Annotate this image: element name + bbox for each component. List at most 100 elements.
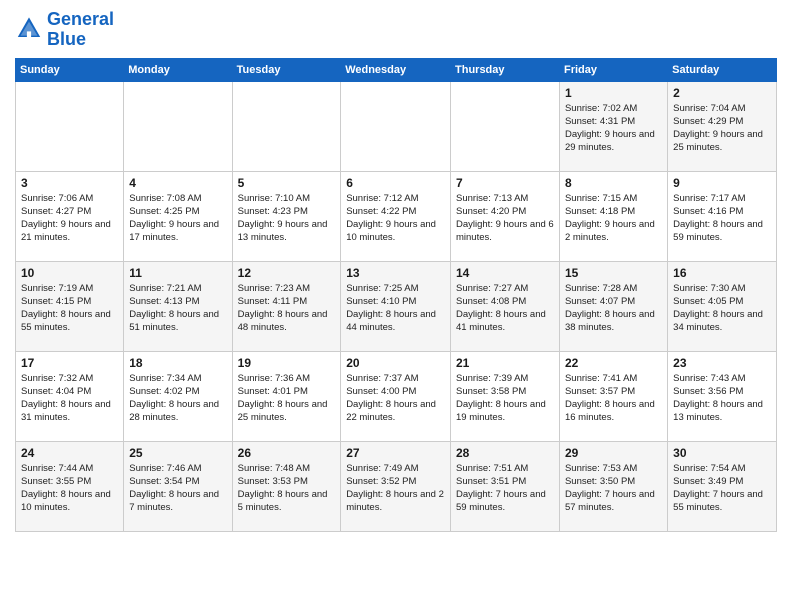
page-header: General Blue <box>15 10 777 50</box>
day-info: Sunrise: 7:39 AMSunset: 3:58 PMDaylight:… <box>456 372 554 425</box>
calendar-day-cell <box>124 81 232 171</box>
day-number: 19 <box>238 356 336 370</box>
day-number: 10 <box>21 266 118 280</box>
day-number: 27 <box>346 446 445 460</box>
calendar-week-row: 17Sunrise: 7:32 AMSunset: 4:04 PMDayligh… <box>16 351 777 441</box>
calendar-header: SundayMondayTuesdayWednesdayThursdayFrid… <box>16 58 777 81</box>
day-number: 21 <box>456 356 554 370</box>
calendar-day-cell: 18Sunrise: 7:34 AMSunset: 4:02 PMDayligh… <box>124 351 232 441</box>
calendar-day-cell: 15 Sunrise: 7:28 AMSunset: 4:07 PMDayligh… <box>559 261 667 351</box>
weekday-header: Saturday <box>668 58 777 81</box>
calendar-body: 1Sunrise: 7:02 AMSunset: 4:31 PMDaylight… <box>16 81 777 531</box>
calendar-day-cell: 12 Sunrise: 7:23 AMSunset: 4:11 PMDayligh… <box>232 261 341 351</box>
day-info: Sunrise: 7:51 AMSunset: 3:51 PMDaylight:… <box>456 462 554 515</box>
day-number: 6 <box>346 176 445 190</box>
day-number: 24 <box>21 446 118 460</box>
logo: General Blue <box>15 10 114 50</box>
calendar-day-cell <box>16 81 124 171</box>
calendar-week-row: 24Sunrise: 7:44 AMSunset: 3:55 PMDayligh… <box>16 441 777 531</box>
calendar-table: SundayMondayTuesdayWednesdayThursdayFrid… <box>15 58 777 532</box>
day-info: Sunrise: 7:13 AMSunset: 4:20 PMDaylight:… <box>456 192 554 245</box>
day-info: Sunrise: 7:27 AMSunset: 4:08 PMDaylight:… <box>456 282 554 335</box>
weekday-header: Friday <box>559 58 667 81</box>
weekday-header: Wednesday <box>341 58 451 81</box>
day-info: Sunrise: 7:08 AMSunset: 4:25 PMDaylight:… <box>129 192 226 245</box>
calendar-day-cell: 7 Sunrise: 7:13 AMSunset: 4:20 PMDaylight… <box>451 171 560 261</box>
day-number: 8 <box>565 176 662 190</box>
day-info: Sunrise: 7:32 AMSunset: 4:04 PMDaylight:… <box>21 372 118 425</box>
weekday-header: Monday <box>124 58 232 81</box>
day-number: 25 <box>129 446 226 460</box>
day-info: Sunrise: 7:28 AMSunset: 4:07 PMDaylight:… <box>565 282 662 335</box>
calendar-week-row: 1Sunrise: 7:02 AMSunset: 4:31 PMDaylight… <box>16 81 777 171</box>
day-info: Sunrise: 7:41 AMSunset: 3:57 PMDaylight:… <box>565 372 662 425</box>
calendar-day-cell <box>451 81 560 171</box>
logo-text: General Blue <box>47 10 114 50</box>
day-number: 5 <box>238 176 336 190</box>
calendar-day-cell <box>232 81 341 171</box>
day-number: 7 <box>456 176 554 190</box>
weekday-header: Thursday <box>451 58 560 81</box>
calendar-page: General Blue SundayMondayTuesdayWednesda… <box>0 0 792 612</box>
calendar-day-cell: 30 Sunrise: 7:54 AMSunset: 3:49 PMDayligh… <box>668 441 777 531</box>
day-number: 16 <box>673 266 771 280</box>
day-info: Sunrise: 7:17 AMSunset: 4:16 PMDaylight:… <box>673 192 771 245</box>
calendar-day-cell: 13 Sunrise: 7:25 AMSunset: 4:10 PMDayligh… <box>341 261 451 351</box>
day-number: 11 <box>129 266 226 280</box>
day-info: Sunrise: 7:23 AMSunset: 4:11 PMDaylight:… <box>238 282 336 335</box>
day-info: Sunrise: 7:36 AMSunset: 4:01 PMDaylight:… <box>238 372 336 425</box>
day-number: 26 <box>238 446 336 460</box>
calendar-day-cell: 26 Sunrise: 7:48 AMSunset: 3:53 PMDayligh… <box>232 441 341 531</box>
day-info: Sunrise: 7:25 AMSunset: 4:10 PMDaylight:… <box>346 282 445 335</box>
logo-icon <box>15 16 43 44</box>
calendar-day-cell: 10 Sunrise: 7:19 AMSunset: 4:15 PMDayligh… <box>16 261 124 351</box>
day-info: Sunrise: 7:15 AMSunset: 4:18 PMDaylight:… <box>565 192 662 245</box>
day-number: 12 <box>238 266 336 280</box>
day-number: 9 <box>673 176 771 190</box>
calendar-day-cell: 20 Sunrise: 7:37 AMSunset: 4:00 PMDayligh… <box>341 351 451 441</box>
calendar-day-cell: 2 Sunrise: 7:04 AMSunset: 4:29 PMDaylight… <box>668 81 777 171</box>
calendar-day-cell: 23Sunrise: 7:43 AMSunset: 3:56 PMDayligh… <box>668 351 777 441</box>
calendar-day-cell: 28Sunrise: 7:51 AMSunset: 3:51 PMDayligh… <box>451 441 560 531</box>
day-number: 15 <box>565 266 662 280</box>
calendar-day-cell: 1Sunrise: 7:02 AMSunset: 4:31 PMDaylight… <box>559 81 667 171</box>
calendar-day-cell: 3Sunrise: 7:06 AMSunset: 4:27 PMDaylight… <box>16 171 124 261</box>
calendar-day-cell: 5Sunrise: 7:10 AMSunset: 4:23 PMDaylight… <box>232 171 341 261</box>
day-number: 1 <box>565 86 662 100</box>
calendar-day-cell <box>341 81 451 171</box>
day-info: Sunrise: 7:19 AMSunset: 4:15 PMDaylight:… <box>21 282 118 335</box>
day-info: Sunrise: 7:53 AMSunset: 3:50 PMDaylight:… <box>565 462 662 515</box>
day-number: 22 <box>565 356 662 370</box>
calendar-day-cell: 11 Sunrise: 7:21 AMSunset: 4:13 PMDayligh… <box>124 261 232 351</box>
day-info: Sunrise: 7:48 AMSunset: 3:53 PMDaylight:… <box>238 462 336 515</box>
calendar-week-row: 3Sunrise: 7:06 AMSunset: 4:27 PMDaylight… <box>16 171 777 261</box>
calendar-day-cell: 6 Sunrise: 7:12 AMSunset: 4:22 PMDaylight… <box>341 171 451 261</box>
day-info: Sunrise: 7:12 AMSunset: 4:22 PMDaylight:… <box>346 192 445 245</box>
day-info: Sunrise: 7:21 AMSunset: 4:13 PMDaylight:… <box>129 282 226 335</box>
day-number: 2 <box>673 86 771 100</box>
day-info: Sunrise: 7:30 AMSunset: 4:05 PMDaylight:… <box>673 282 771 335</box>
calendar-day-cell: 22 Sunrise: 7:41 AMSunset: 3:57 PMDayligh… <box>559 351 667 441</box>
day-number: 14 <box>456 266 554 280</box>
day-number: 18 <box>129 356 226 370</box>
calendar-day-cell: 8 Sunrise: 7:15 AMSunset: 4:18 PMDaylight… <box>559 171 667 261</box>
calendar-day-cell: 19 Sunrise: 7:36 AMSunset: 4:01 PMDayligh… <box>232 351 341 441</box>
day-number: 20 <box>346 356 445 370</box>
day-info: Sunrise: 7:54 AMSunset: 3:49 PMDaylight:… <box>673 462 771 515</box>
day-number: 4 <box>129 176 226 190</box>
calendar-day-cell: 29Sunrise: 7:53 AMSunset: 3:50 PMDayligh… <box>559 441 667 531</box>
day-info: Sunrise: 7:04 AMSunset: 4:29 PMDaylight:… <box>673 102 771 155</box>
calendar-day-cell: 24Sunrise: 7:44 AMSunset: 3:55 PMDayligh… <box>16 441 124 531</box>
day-info: Sunrise: 7:46 AMSunset: 3:54 PMDaylight:… <box>129 462 226 515</box>
calendar-day-cell: 16 Sunrise: 7:30 AMSunset: 4:05 PMDayligh… <box>668 261 777 351</box>
weekday-header: Sunday <box>16 58 124 81</box>
calendar-day-cell: 9 Sunrise: 7:17 AMSunset: 4:16 PMDaylight… <box>668 171 777 261</box>
day-info: Sunrise: 7:37 AMSunset: 4:00 PMDaylight:… <box>346 372 445 425</box>
day-number: 30 <box>673 446 771 460</box>
day-number: 13 <box>346 266 445 280</box>
calendar-day-cell: 21 Sunrise: 7:39 AMSunset: 3:58 PMDayligh… <box>451 351 560 441</box>
calendar-day-cell: 25 Sunrise: 7:46 AMSunset: 3:54 PMDayligh… <box>124 441 232 531</box>
day-info: Sunrise: 7:43 AMSunset: 3:56 PMDaylight:… <box>673 372 771 425</box>
calendar-day-cell: 4 Sunrise: 7:08 AMSunset: 4:25 PMDaylight… <box>124 171 232 261</box>
weekday-header: Tuesday <box>232 58 341 81</box>
